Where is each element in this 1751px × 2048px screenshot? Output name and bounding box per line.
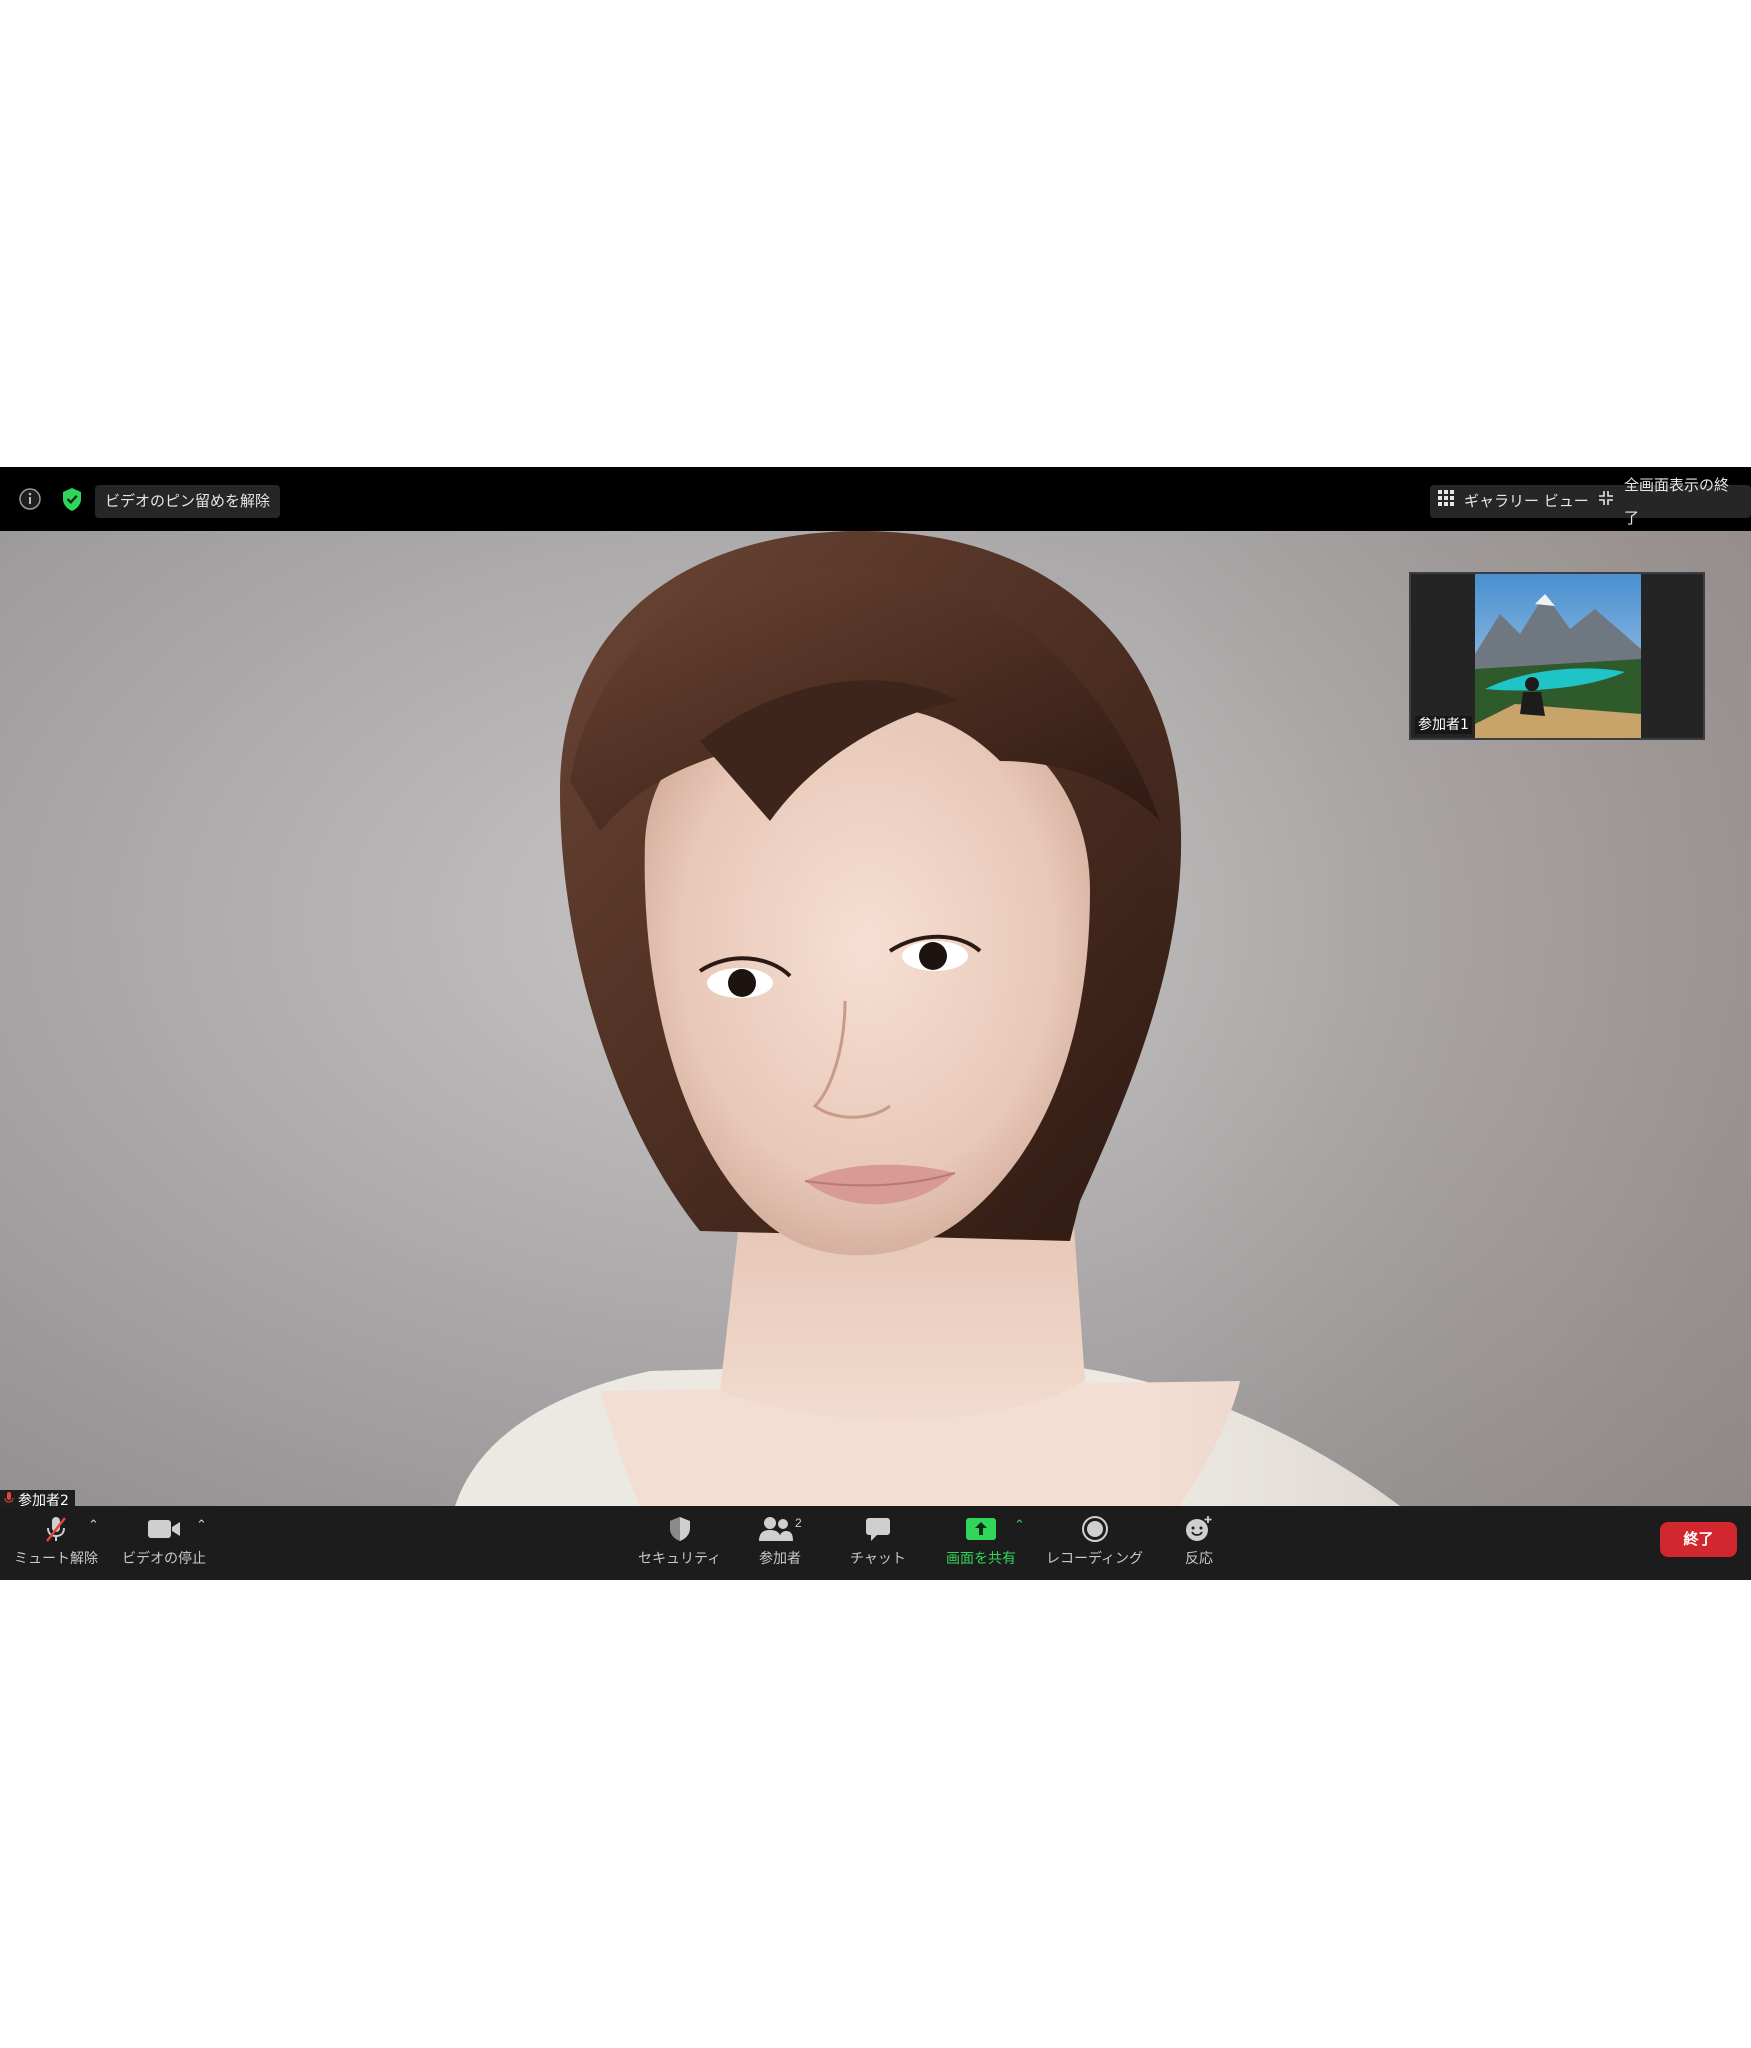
exit-fullscreen-label: 全画面表示の終了 [1624,475,1730,527]
video-options-chevron-icon[interactable]: ⌃ [196,1518,207,1533]
meeting-toolbar: ミュート解除 ⌃ ビデオの停止 ⌃ セキュリティ 2 参加者 チャット 画面を共… [0,1506,1751,1580]
stop-video-button[interactable]: ビデオの停止 [122,1512,206,1574]
unpin-video-button[interactable]: ビデオのピン留めを解除 [95,485,281,518]
record-button[interactable]: レコーディング [1046,1512,1143,1574]
gallery-view-button[interactable]: ギャラリー ビュー [1430,485,1597,518]
security-label: セキュリティ [638,1551,722,1567]
audio-options-chevron-icon[interactable]: ⌃ [88,1518,99,1533]
chat-icon [864,1512,892,1546]
reaction-icon [1184,1512,1214,1546]
security-button[interactable]: セキュリティ [638,1512,721,1574]
end-meeting-button[interactable]: 終了 [1660,1522,1737,1557]
unmute-label: ミュート解除 [14,1551,98,1567]
share-screen-button[interactable]: 画面を共有 [946,1512,1016,1574]
active-speaker-video: 参加者1 参加者2 [0,531,1751,1506]
share-options-chevron-icon[interactable]: ⌃ [1014,1518,1025,1533]
mic-muted-indicator-icon [4,1489,14,1506]
record-icon [1081,1512,1109,1546]
reactions-label: 反応 [1185,1551,1213,1567]
zoom-meeting-window: ビデオのピン留めを解除 ギャラリー ビュー 全画面表示の終了 参加者1 参加者2… [0,467,1751,1580]
exit-fullscreen-icon [1598,485,1614,518]
info-icon[interactable] [16,485,44,513]
exit-fullscreen-button[interactable]: 全画面表示の終了 [1590,476,1751,527]
participants-label: 参加者 [759,1551,801,1567]
shield-check-icon[interactable] [58,484,86,514]
chat-button[interactable]: チャット [850,1512,906,1574]
camera-icon [147,1512,181,1546]
gallery-view-label: ギャラリー ビュー [1464,492,1589,510]
mic-muted-icon [40,1512,72,1546]
chat-label: チャット [850,1551,906,1567]
participant-1-video [1475,574,1641,738]
record-label: レコーディング [1046,1551,1144,1567]
share-screen-icon [965,1512,997,1546]
self-view-thumbnail[interactable]: 参加者1 [1409,572,1705,740]
svg-text:2: 2 [795,1516,802,1530]
stop-video-label: ビデオの停止 [122,1551,206,1567]
reactions-button[interactable]: 反応 [1184,1512,1214,1574]
speaker-name-tag: 参加者2 [0,1490,75,1506]
participants-button[interactable]: 2 参加者 [758,1512,802,1574]
grid-icon [1438,485,1454,518]
top-bar: ビデオのピン留めを解除 ギャラリー ビュー 全画面表示の終了 [0,467,1751,531]
unmute-button[interactable]: ミュート解除 [14,1512,98,1574]
participant-1-name: 参加者1 [1415,716,1472,734]
speaker-name: 参加者2 [18,1493,69,1506]
participants-icon: 2 [758,1512,802,1546]
security-shield-icon [667,1512,693,1546]
share-screen-label: 画面を共有 [946,1551,1016,1567]
